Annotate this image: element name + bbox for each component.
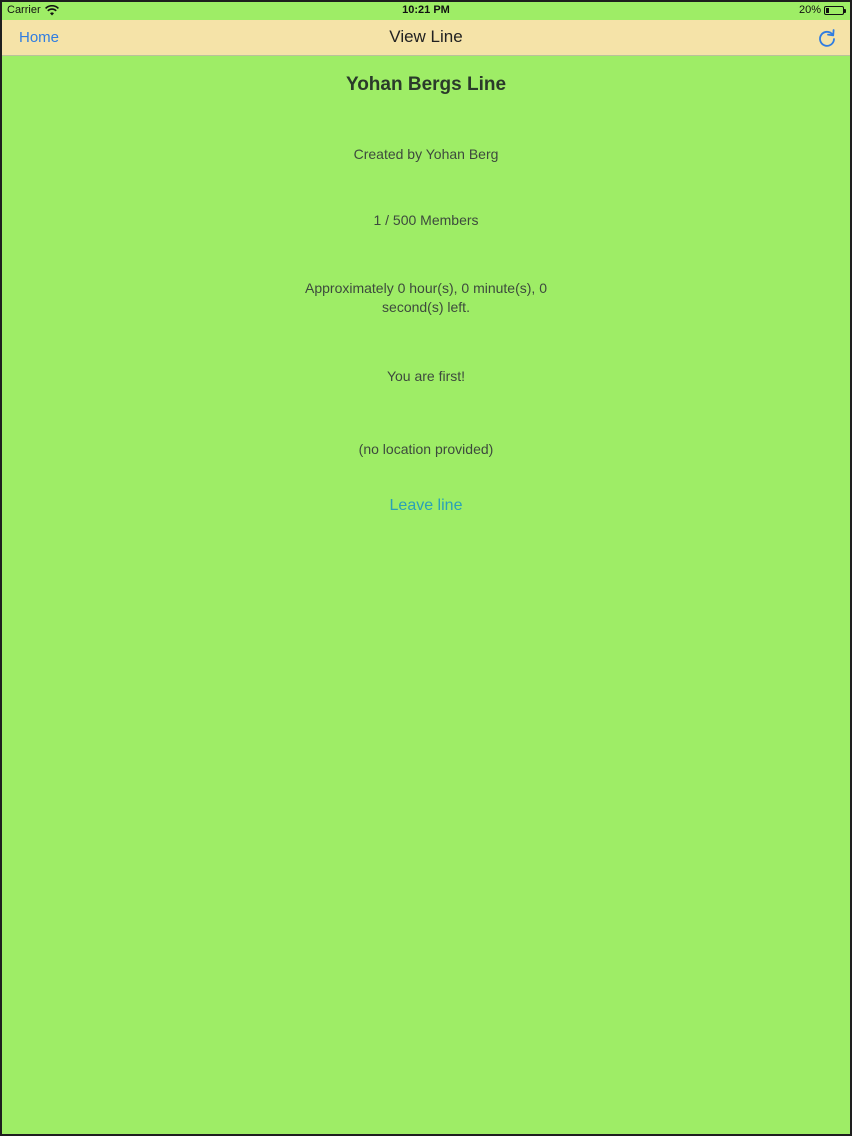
time-remaining: Approximately 0 hour(s), 0 minute(s), 0 … [305,280,547,315]
battery-percent: 20% [798,4,821,16]
location-label: (no location provided) [358,441,494,457]
status-bar: Carrier 10:21 PM 20% [2,2,850,20]
members-count: 1 / 500 Members [373,212,479,228]
navigation-bar: Home View Line [2,20,850,56]
creator-label: Created by Yohan Berg [353,146,499,162]
battery-icon [824,5,846,15]
screen: Carrier 10:21 PM 20% Home View Line Yoha… [2,2,850,1134]
status-time: 10:21 PM [402,4,450,16]
status-right: 20% [798,4,846,16]
queue-position: You are first! [386,368,466,384]
line-title: Yohan Bergs Line [345,74,507,95]
leave-line-button[interactable]: Leave line [2,497,850,515]
refresh-icon[interactable] [816,27,838,49]
nav-title: View Line [389,27,463,46]
battery-fill [826,7,829,13]
